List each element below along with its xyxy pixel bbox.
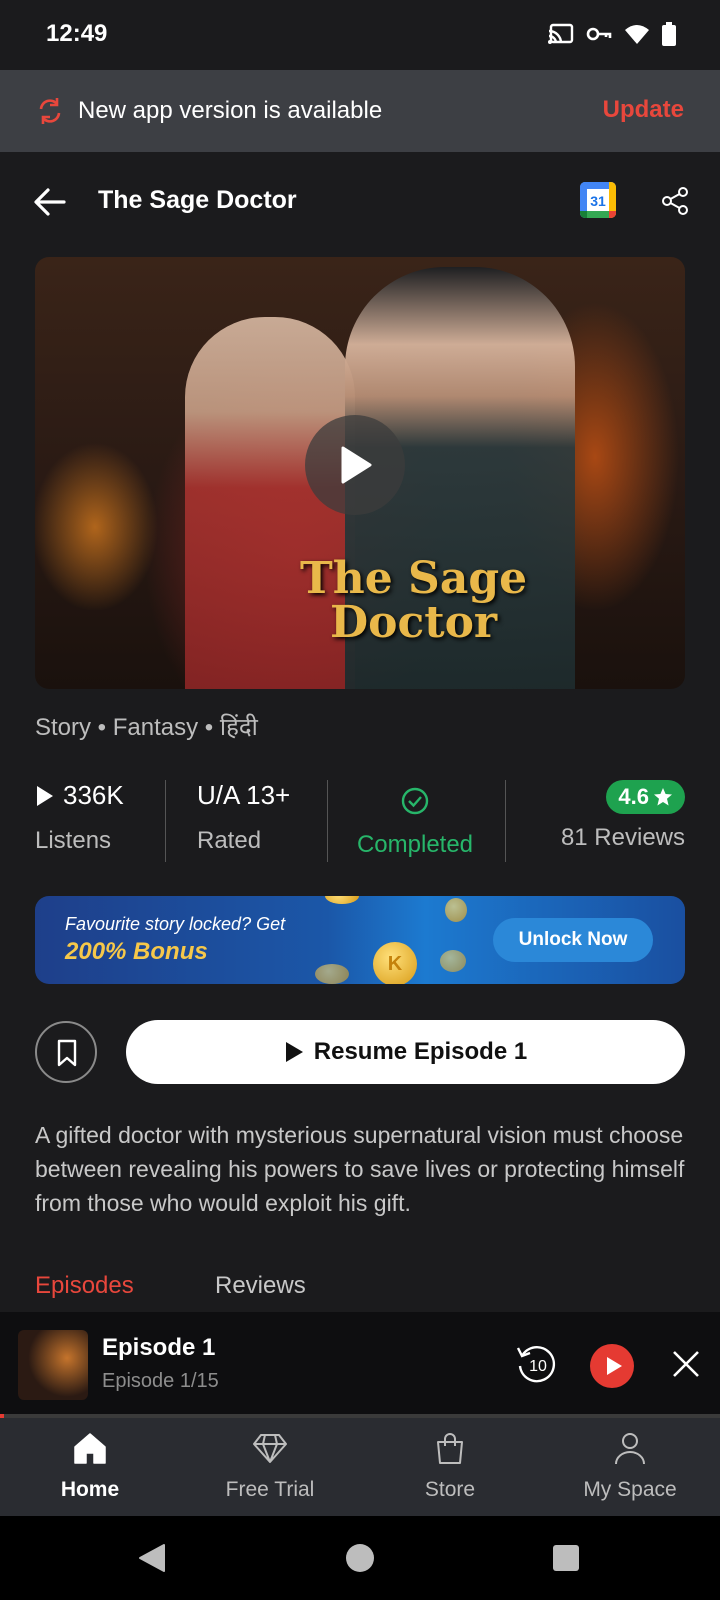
cast-icon <box>548 23 574 44</box>
reviews-stat[interactable]: 4.6 81 Reviews <box>540 780 685 862</box>
divider <box>505 780 506 862</box>
nav-my-space[interactable]: My Space <box>540 1418 720 1516</box>
vpn-key-icon <box>586 27 612 41</box>
play-triangle-icon <box>37 785 53 806</box>
wifi-icon <box>625 25 649 44</box>
nav-free-trial[interactable]: Free Trial <box>180 1418 360 1516</box>
mini-player-subtitle: Episode 1/15 <box>102 1370 219 1392</box>
system-back-icon[interactable] <box>136 1542 168 1574</box>
poster-title-line1: The Sage <box>300 553 528 604</box>
divider <box>327 780 328 862</box>
play-icon <box>607 1357 622 1375</box>
bottom-navigation: Home Free Trial Store My Space <box>0 1418 720 1516</box>
reviews-label: 81 Reviews <box>560 824 685 851</box>
nav-store-label: Store <box>424 1478 476 1501</box>
coin-icon <box>445 898 467 922</box>
coin-icon <box>325 896 359 904</box>
share-icon[interactable] <box>660 186 690 216</box>
completed-label: Completed <box>356 831 474 858</box>
refresh-icon <box>39 98 61 124</box>
nav-store[interactable]: Store <box>360 1418 540 1516</box>
system-navigation-bar <box>0 1516 720 1600</box>
tab-episodes[interactable]: Episodes <box>35 1272 134 1300</box>
poster-title-line2: Doctor <box>329 597 498 648</box>
poster-play-button[interactable] <box>305 415 405 515</box>
google-calendar-icon[interactable]: 31 <box>580 182 616 218</box>
diamond-icon <box>253 1434 287 1463</box>
stats-row: 336K Listens U/A 13+ Rated Completed 4.6… <box>0 780 720 862</box>
mini-player-title: Episode 1 <box>102 1334 216 1361</box>
coin-icon <box>440 950 466 972</box>
resume-label: Resume Episode 1 <box>313 1038 528 1065</box>
status-time: 12:49 <box>46 20 108 47</box>
listens-value: 336K <box>63 780 124 810</box>
mini-player[interactable]: Episode 1 Episode 1/15 10 <box>0 1312 720 1418</box>
system-recents-icon[interactable] <box>552 1544 580 1572</box>
nav-my-space-label: My Space <box>583 1478 677 1501</box>
play-icon <box>285 1042 303 1062</box>
nav-home-label: Home <box>60 1478 120 1501</box>
back-arrow-icon[interactable] <box>32 184 68 220</box>
story-description: A gifted doctor with mysterious supernat… <box>35 1122 685 1216</box>
unlock-now-button[interactable]: Unlock Now <box>493 918 653 962</box>
play-icon <box>341 446 372 484</box>
bookmark-button[interactable] <box>35 1021 97 1083</box>
home-icon <box>74 1433 106 1464</box>
poster-title: The Sage Doctor <box>300 557 527 645</box>
rating-score: 4.6 <box>618 784 649 809</box>
close-icon[interactable] <box>670 1348 702 1380</box>
battery-icon <box>662 22 676 46</box>
promo-text: Favourite story locked? Get <box>65 914 286 934</box>
rewind-seconds: 10 <box>529 1358 547 1375</box>
system-home-icon[interactable] <box>344 1542 376 1574</box>
update-message: New app version is available <box>78 97 383 124</box>
status-icons <box>548 22 676 46</box>
resume-episode-button[interactable]: Resume Episode 1 <box>126 1020 685 1084</box>
rating-badge: 4.6 <box>606 780 685 814</box>
update-button[interactable]: Update <box>603 96 684 124</box>
k-coin-icon: K <box>373 942 417 984</box>
genre-tags: Story • Fantasy • हिंदी <box>35 714 258 741</box>
nav-home[interactable]: Home <box>0 1418 180 1516</box>
person-icon <box>615 1433 645 1465</box>
star-icon <box>654 788 672 806</box>
update-banner: New app version is available Update <box>0 70 720 152</box>
age-rating-label: Rated <box>197 827 262 854</box>
bonus-promo-banner[interactable]: Favourite story locked? Get 200% Bonus K… <box>35 896 685 984</box>
mini-player-play-button[interactable] <box>590 1344 634 1388</box>
listens-stat: 336K Listens <box>35 780 124 862</box>
check-circle-icon <box>401 787 429 815</box>
bookmark-icon <box>57 1039 77 1067</box>
shopping-bag-icon <box>437 1433 463 1464</box>
calendar-day: 31 <box>590 193 606 209</box>
rewind-10-icon[interactable]: 10 <box>514 1342 558 1386</box>
mini-player-thumbnail <box>18 1330 88 1400</box>
page-title: The Sage Doctor <box>98 186 297 214</box>
content-tabs: Episodes Reviews <box>0 1272 720 1312</box>
story-poster[interactable]: The Sage Doctor <box>35 257 685 689</box>
divider <box>165 780 166 862</box>
listens-label: Listens <box>35 827 112 854</box>
header: The Sage Doctor 31 <box>0 172 720 232</box>
tab-reviews[interactable]: Reviews <box>215 1272 306 1300</box>
status-bar: 12:49 <box>0 0 720 70</box>
age-rating-stat: U/A 13+ Rated <box>197 780 290 862</box>
coin-icon <box>315 964 349 984</box>
promo-bonus: 200% Bonus <box>65 938 208 965</box>
completion-stat: Completed <box>355 780 475 862</box>
age-rating-value: U/A 13+ <box>197 780 291 810</box>
nav-free-trial-label: Free Trial <box>225 1478 315 1501</box>
